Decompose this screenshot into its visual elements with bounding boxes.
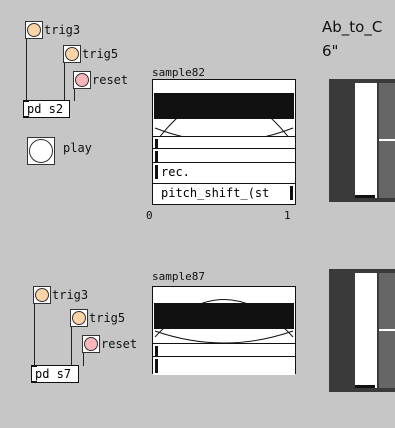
meter-base — [355, 195, 375, 198]
level-meter[interactable] — [329, 269, 395, 392]
bang-circle-icon — [72, 311, 86, 325]
reset-label: reset — [101, 337, 138, 351]
trig3-bang[interactable] — [25, 21, 43, 39]
hslider-row[interactable] — [153, 356, 295, 375]
waveform-array[interactable] — [152, 286, 296, 375]
pitch-label: pitch_shift_(st — [161, 186, 270, 200]
reset-label: reset — [92, 73, 129, 87]
pd-canvas: trig3 trig5 reset pd s2 play sample82 re… — [0, 0, 395, 428]
play-bang[interactable] — [27, 137, 55, 165]
object-text: pd s7 — [35, 367, 72, 381]
x-max-label: 1 — [284, 209, 291, 222]
inlet — [23, 100, 29, 102]
waveform-block — [154, 93, 294, 119]
slider-handle — [155, 359, 158, 373]
outlet — [23, 116, 29, 118]
slider-handle — [155, 165, 158, 179]
bang-circle-icon — [65, 47, 79, 61]
wire — [83, 353, 84, 366]
bang-circle-icon — [84, 337, 98, 351]
slider-handle — [290, 186, 293, 200]
meter-marker — [379, 139, 395, 141]
panel-title: Ab_to_C — [322, 18, 383, 36]
meter-marker — [379, 329, 395, 331]
trig5-bang[interactable] — [63, 45, 81, 63]
wire — [64, 63, 65, 101]
envelope-curve-low — [154, 330, 294, 344]
x-min-label: 0 — [146, 209, 153, 222]
bang-circle-icon — [75, 73, 89, 87]
bang-circle-icon — [35, 288, 49, 302]
meter-column — [355, 273, 377, 388]
wire — [34, 304, 35, 366]
level-meter[interactable] — [329, 79, 395, 202]
outlet — [31, 381, 37, 383]
rec-label: rec. — [161, 165, 190, 179]
wire — [71, 327, 72, 366]
play-label: play — [63, 141, 92, 155]
wire — [74, 89, 75, 101]
meter-column — [355, 83, 377, 198]
bang-circle-icon — [27, 23, 41, 37]
object-text: pd s2 — [27, 102, 64, 116]
trig5-label: trig5 — [89, 311, 126, 325]
pd-s7-object[interactable]: pd s7 — [31, 365, 79, 383]
waveform-array[interactable]: rec. pitch_shift_(st — [152, 79, 296, 205]
bang-circle-icon — [29, 139, 53, 163]
pd-s2-object[interactable]: pd s2 — [23, 100, 70, 118]
rec-row[interactable]: rec. — [153, 162, 295, 181]
trig5-bang[interactable] — [70, 309, 88, 327]
reset-bang[interactable] — [82, 335, 100, 353]
trig3-label: trig3 — [52, 288, 89, 302]
trig3-bang[interactable] — [33, 286, 51, 304]
inlet — [31, 365, 37, 367]
waveform-block — [154, 303, 294, 329]
panel-subtitle: 6" — [322, 42, 339, 60]
array-name: sample82 — [152, 66, 205, 79]
array-name: sample87 — [152, 270, 205, 283]
pitch-row[interactable]: pitch_shift_(st — [153, 183, 295, 202]
trig3-label: trig3 — [44, 23, 81, 37]
reset-bang[interactable] — [73, 71, 91, 89]
trig5-label: trig5 — [82, 47, 119, 61]
meter-base — [355, 385, 375, 388]
wire — [26, 39, 27, 101]
